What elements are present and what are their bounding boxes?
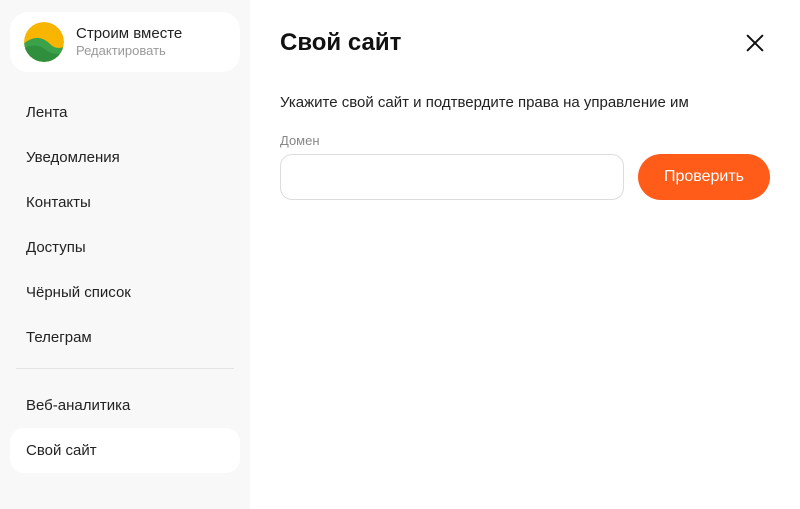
nav-item-web-analytics[interactable]: Веб-аналитика — [10, 383, 240, 428]
nav-item-feed[interactable]: Лента — [10, 90, 240, 135]
avatar — [24, 22, 64, 62]
domain-input-row: Проверить — [280, 154, 770, 200]
nav-item-access[interactable]: Доступы — [10, 225, 240, 270]
verify-button[interactable]: Проверить — [638, 154, 770, 200]
nav-list-secondary: Веб-аналитика Свой сайт — [0, 377, 250, 473]
sidebar: Строим вместе Редактировать Лента Уведом… — [0, 0, 250, 509]
profile-name: Строим вместе — [76, 25, 182, 44]
main-panel: Свой сайт Укажите свой сайт и подтвердит… — [250, 0, 800, 509]
close-button[interactable] — [740, 28, 770, 58]
nav-divider — [16, 368, 234, 369]
panel-title: Свой сайт — [280, 29, 401, 57]
profile-card[interactable]: Строим вместе Редактировать — [10, 12, 240, 72]
nav-item-notifications[interactable]: Уведомления — [10, 135, 240, 180]
nav-item-telegram[interactable]: Телеграм — [10, 315, 240, 360]
profile-texts: Строим вместе Редактировать — [76, 25, 182, 60]
nav-list-primary: Лента Уведомления Контакты Доступы Чёрны… — [0, 84, 250, 360]
main-header: Свой сайт — [280, 28, 770, 58]
domain-label: Домен — [280, 133, 770, 148]
nav-item-own-site[interactable]: Свой сайт — [10, 428, 240, 473]
profile-edit-link[interactable]: Редактировать — [76, 43, 182, 59]
instruction-text: Укажите свой сайт и подтвердите права на… — [280, 94, 770, 111]
nav-item-contacts[interactable]: Контакты — [10, 180, 240, 225]
close-icon — [744, 32, 766, 54]
nav-item-blacklist[interactable]: Чёрный список — [10, 270, 240, 315]
domain-input[interactable] — [280, 154, 624, 200]
